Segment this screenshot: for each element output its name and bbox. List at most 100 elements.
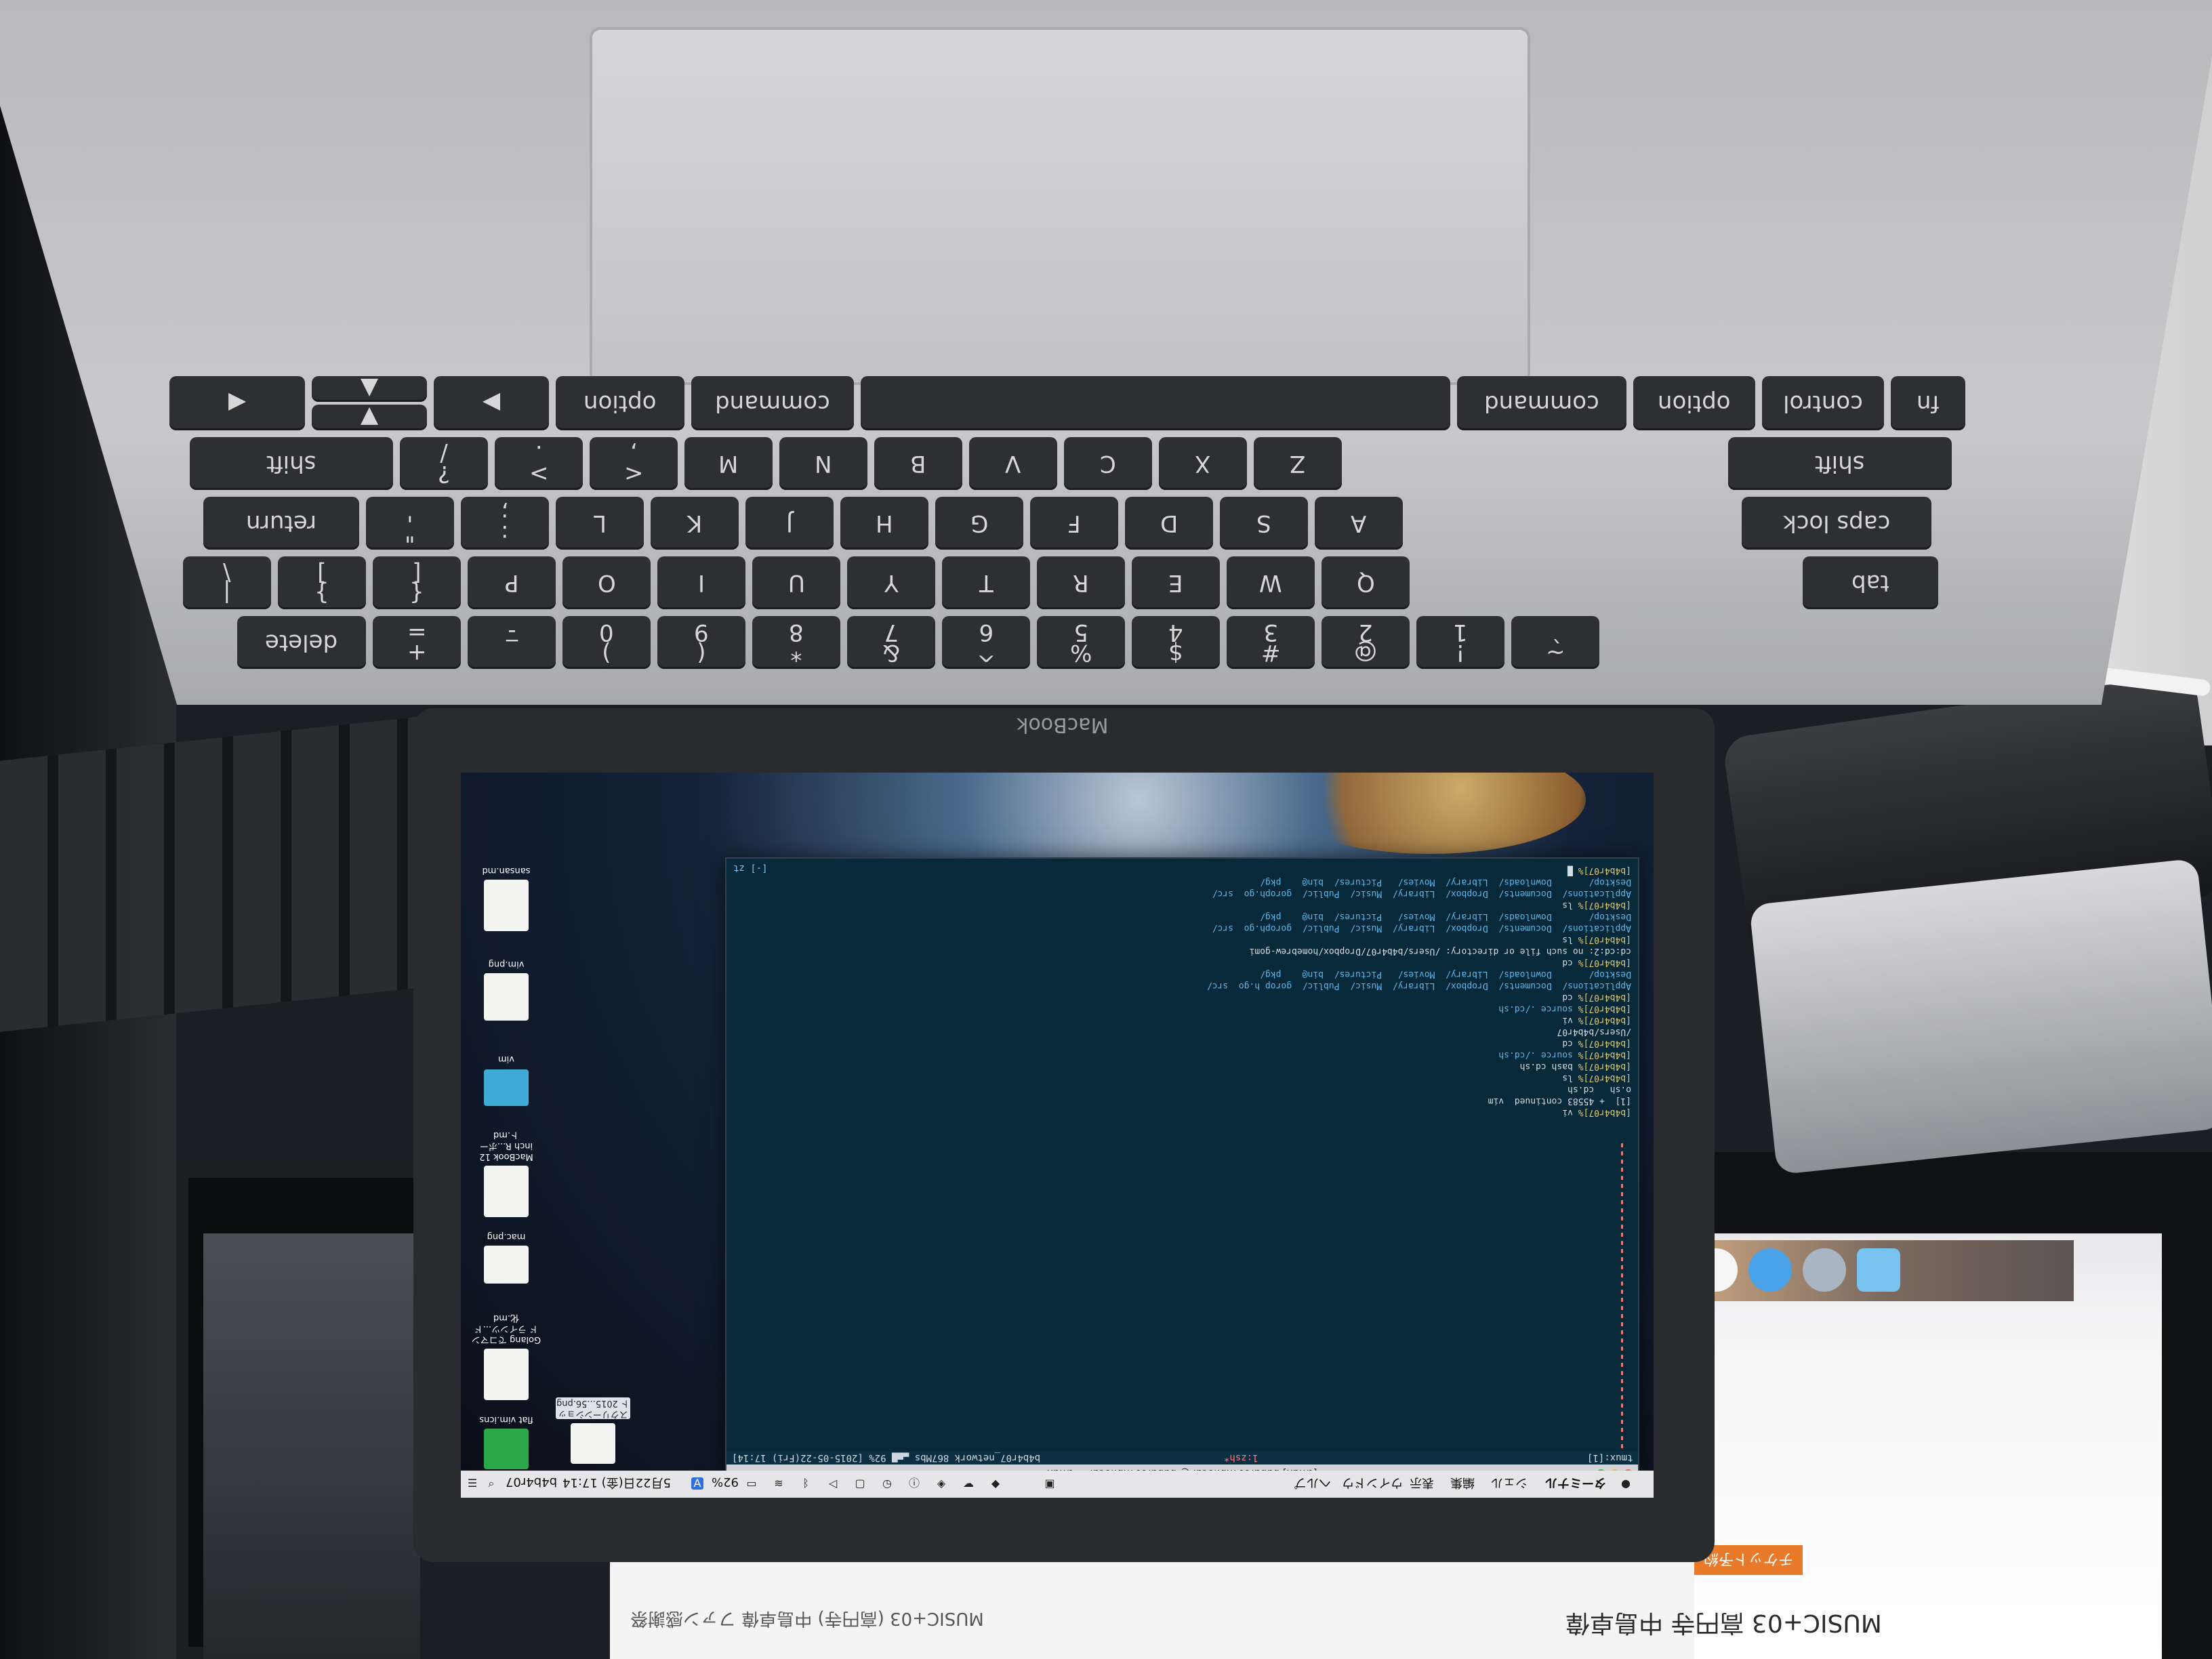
key-top-1[interactable]: } ] (278, 556, 366, 609)
key-option-right[interactable]: option (556, 376, 684, 430)
desktop-folder-vim[interactable]: vim (469, 1049, 544, 1106)
desktop-file-flat-vim-icns[interactable]: flat vim.icns (469, 1410, 544, 1469)
menu-help[interactable]: ヘルプ (1294, 1475, 1331, 1492)
key-top-9[interactable]: R (1037, 556, 1125, 609)
key-top-10[interactable]: E (1132, 556, 1220, 609)
key-bottom-0[interactable]: ? / (400, 437, 488, 490)
key-num-0[interactable]: + = (373, 616, 461, 669)
key-home-4[interactable]: J (745, 497, 834, 550)
tmux-tab[interactable]: [-] zt (733, 863, 768, 874)
info-icon[interactable]: ⓘ (908, 1477, 920, 1490)
key-bottom-7[interactable]: C (1064, 437, 1152, 490)
desktop-file-macbook-report[interactable]: MacBook 12 inch R...ポート.md (469, 1125, 544, 1217)
key-bottom-1[interactable]: > . (495, 437, 583, 490)
screen-record-icon[interactable]: ▣ (1044, 1477, 1056, 1490)
key-num-5[interactable]: & 7 (847, 616, 935, 669)
menu-clock[interactable]: 5月22日(金) 17:14 (562, 1475, 671, 1492)
terminal-window[interactable]: [-] zt [b4b4r07]% █ Desktop/ Downloads/ L… (725, 857, 1639, 1483)
key-num-11[interactable]: ! 1 (1416, 616, 1504, 669)
key-home-1[interactable]: : ; (461, 497, 549, 550)
key-num-6[interactable]: ^ 6 (942, 616, 1030, 669)
spotlight-search-icon[interactable]: ⌕ (485, 1477, 497, 1490)
wifi-icon[interactable]: ≋ (773, 1477, 785, 1490)
key-num-7[interactable]: % 5 (1037, 616, 1125, 669)
menu-edit[interactable]: 編集 (1450, 1475, 1475, 1492)
key-num-12[interactable]: ~ ` (1511, 616, 1599, 669)
cloud-icon[interactable]: ☁ (962, 1477, 975, 1490)
key-delete[interactable]: delete (237, 616, 366, 669)
key-shift-right[interactable]: shift (190, 437, 393, 490)
battery-percent[interactable]: 92% (712, 1475, 739, 1489)
key-num-3[interactable]: ( 9 (657, 616, 745, 669)
key-top-7[interactable]: Y (847, 556, 935, 609)
key-bottom-3[interactable]: M (684, 437, 773, 490)
key-top-4[interactable]: O (562, 556, 651, 609)
desktop-file-sansan-md[interactable]: sansan.md (469, 861, 544, 931)
desktop-file-vim-png[interactable]: vim.png (469, 954, 544, 1021)
key-top-2[interactable]: { [ (373, 556, 461, 609)
input-method-icon[interactable]: A (691, 1477, 703, 1490)
menu-view[interactable]: 表示 (1410, 1475, 1434, 1492)
key-num-8[interactable]: $ 4 (1132, 616, 1220, 669)
bluetooth-icon[interactable]: ᛒ (800, 1477, 812, 1490)
key-num-1[interactable]: _ - (468, 616, 556, 669)
trackpad[interactable] (590, 27, 1530, 385)
key-tab[interactable]: tab (1803, 556, 1938, 609)
desktop-file-mac-png[interactable]: mac.png (469, 1227, 544, 1284)
key-top-3[interactable]: P (468, 556, 556, 609)
key-home-9[interactable]: S (1220, 497, 1308, 550)
key-control[interactable]: control (1762, 376, 1884, 430)
key-bottom-4[interactable]: N (779, 437, 867, 490)
key-home-10[interactable]: A (1315, 497, 1403, 550)
key-home-0[interactable]: " ' (366, 497, 454, 550)
key-fn[interactable]: fn (1891, 376, 1965, 430)
display-icon[interactable]: ▢ (854, 1477, 866, 1490)
key-space[interactable] (861, 376, 1450, 430)
notification-center-icon[interactable]: ☰ (466, 1477, 478, 1490)
key-bottom-5[interactable]: B (874, 437, 962, 490)
key-arrow-down[interactable]: ▼ (312, 404, 427, 431)
menu-shell[interactable]: シェル (1491, 1475, 1528, 1492)
key-home-2[interactable]: L (556, 497, 644, 550)
key-bottom-9[interactable]: Z (1254, 437, 1342, 490)
key-top-6[interactable]: U (752, 556, 840, 609)
key-bottom-6[interactable]: V (969, 437, 1057, 490)
volume-icon[interactable]: ◁ (827, 1477, 839, 1490)
key-num-4[interactable]: * 8 (752, 616, 840, 669)
dropbox-icon[interactable]: ◈ (935, 1477, 947, 1490)
key-home-5[interactable]: H (840, 497, 928, 550)
menu-user[interactable]: b4b4r07 (506, 1475, 557, 1489)
terminal-line: Applications/ Documents/ Dropbox/ Librar… (1076, 887, 1631, 899)
key-num-9[interactable]: # 3 (1227, 616, 1315, 669)
key-option-left[interactable]: option (1633, 376, 1755, 430)
key-home-7[interactable]: F (1030, 497, 1118, 550)
desktop-file-golang-md[interactable]: Golang でコマンド ラインツ...ド化.md (469, 1308, 544, 1400)
key-command-right[interactable]: command (691, 376, 854, 430)
key-top-0[interactable]: | \ (183, 556, 271, 609)
speech-icon[interactable]: ◆ (989, 1477, 1002, 1490)
key-num-2[interactable]: ) 0 (562, 616, 651, 669)
key-bottom-8[interactable]: X (1159, 437, 1247, 490)
key-shift-left[interactable]: shift (1728, 437, 1952, 490)
key-num-10[interactable]: @ 2 (1322, 616, 1410, 669)
menu-window[interactable]: ウインドウ (1342, 1475, 1403, 1492)
key-top-11[interactable]: W (1227, 556, 1315, 609)
key-home-3[interactable]: K (651, 497, 739, 550)
time-machine-icon[interactable]: ◷ (881, 1477, 893, 1490)
key-command-left[interactable]: command (1457, 376, 1626, 430)
key-arrow-up[interactable]: ▲ (312, 375, 427, 403)
key-top-5[interactable]: I (657, 556, 745, 609)
key-return[interactable]: return (203, 497, 359, 550)
key-caps-lock[interactable]: caps lock (1742, 497, 1931, 550)
key-arrow-right[interactable]: ▶ (434, 376, 549, 430)
key-home-8[interactable]: D (1125, 497, 1213, 550)
key-bottom-2[interactable]: < , (590, 437, 678, 490)
key-arrow-left[interactable]: ◀ (169, 376, 305, 430)
desktop-file-screenshot[interactable]: スクリーンショット 2015...56.png (556, 1393, 630, 1464)
apple-menu-icon[interactable]: ● (1620, 1477, 1632, 1490)
key-top-12[interactable]: Q (1322, 556, 1410, 609)
key-home-6[interactable]: G (935, 497, 1023, 550)
key-top-8[interactable]: T (942, 556, 1030, 609)
menu-app-name[interactable]: ターミナル (1545, 1475, 1606, 1492)
battery-icon[interactable]: ▭ (745, 1477, 758, 1490)
